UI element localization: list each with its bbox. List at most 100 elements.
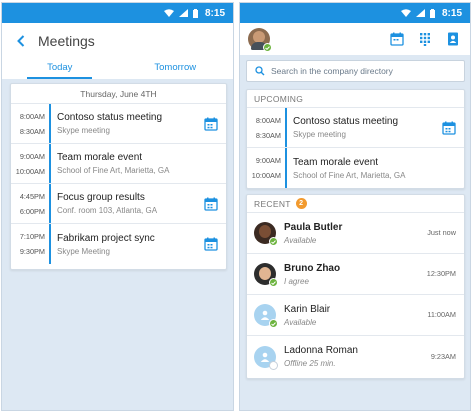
calendar-join-icon[interactable] [204,117,218,131]
meeting-title: Contoso status meeting [293,116,399,127]
calendar-icon[interactable] [390,32,404,46]
contact-name: Paula Butler [284,221,343,233]
meeting-title: Focus group results [57,192,145,203]
meeting-title: Fabrikam project sync [57,232,155,244]
wifi-icon [163,9,174,17]
meeting-end-time: 10:00AM [15,166,45,176]
home-toolbar [240,23,470,55]
presence-available-icon [269,237,278,246]
meeting-item[interactable]: 4:45PM 6:00PM Focus group results Conf. … [11,184,226,224]
meeting-item[interactable]: 9:00AM 10:00AM Team morale event School … [11,144,226,184]
person-icon [260,310,270,320]
contact-name: Karin Blair [284,303,331,315]
avatar [254,304,278,328]
contact-time: 12:30PM [426,269,456,278]
meeting-end-time: 9:30PM [19,247,45,256]
contact-status: I agree [284,276,309,286]
contact-time: 9:23AM [430,351,456,361]
contact-name: Ladonna Roman [284,345,358,356]
meeting-location: Conf. room 103, Atlanta, GA [57,206,158,215]
tab-today[interactable]: Today [2,59,118,79]
meeting-start-time: 9:00AM [19,151,45,161]
contact-status: Available [284,317,317,327]
calendar-join-icon[interactable] [204,237,218,251]
meeting-end-time: 8:30AM [19,126,45,136]
presence-offline-icon [269,360,278,370]
battery-icon [429,8,435,18]
person-icon [260,352,270,362]
contact-item[interactable]: Karin Blair Available 11:00AM [247,295,464,336]
meeting-start-time: 4:45PM [19,191,45,201]
meeting-title: Team morale event [293,156,379,168]
meeting-accent-bar [49,104,51,143]
search-input[interactable] [271,66,451,76]
contact-time: Just now [427,228,456,237]
meeting-item[interactable]: 9:00AM 10:00AM Team morale event School … [247,148,464,188]
meetings-screen: 8:15 Meetings Today Tomorrow Thursday, J… [1,2,234,411]
contact-name: Bruno Zhao [284,262,341,274]
meeting-accent-bar [49,144,51,183]
contact-item[interactable]: Paula Butler Available Just now [247,213,464,254]
meeting-accent-bar [49,184,51,223]
meeting-location: School of Fine Art, Marietta, GA [293,170,406,180]
calendar-join-icon[interactable] [442,121,456,135]
meetings-list: Thursday, June 4TH 8:00AM 8:30AM Contoso… [10,83,227,270]
presence-available-icon [263,43,272,52]
battery-icon [192,8,198,18]
page-title: Meetings [38,33,95,49]
meeting-item[interactable]: 8:00AM 8:30AM Contoso status meeting Sky… [247,108,464,148]
meeting-start-time: 8:00AM [19,111,45,121]
meeting-end-time: 10:00AM [251,171,281,180]
contact-item[interactable]: Ladonna Roman Offline 25 min. 9:23AM [247,336,464,377]
home-screen: 8:15 UPCOMING 8:00AM 8:30AM Contoso s [239,2,471,411]
status-time: 8:15 [441,7,462,19]
recent-count-badge: 2 [295,198,307,209]
app-bar: Meetings [2,23,233,59]
meeting-location: Skype meeting [293,130,346,139]
meeting-location: Skype meeting [57,126,110,135]
calendar-join-icon[interactable] [204,197,218,211]
upcoming-section: UPCOMING 8:00AM 8:30AM Contoso status me… [246,89,465,189]
meeting-end-time: 8:30AM [255,130,281,140]
my-avatar[interactable] [248,28,272,52]
contact-status: Available [284,235,317,245]
meeting-item[interactable]: 7:10PM 9:30PM Fabrikam project sync Skyp… [11,224,226,264]
wifi-icon [400,9,411,17]
status-bar: 8:15 [240,3,470,23]
contacts-icon[interactable] [446,32,460,46]
status-bar: 8:15 [2,3,233,23]
upcoming-label: UPCOMING [247,90,464,108]
meeting-accent-bar [285,108,287,147]
search-icon [255,66,265,76]
meeting-start-time: 8:00AM [255,115,281,125]
presence-available-icon [269,319,278,328]
meeting-accent-bar [285,148,287,188]
meeting-location: Skype Meeting [57,246,110,256]
meeting-item[interactable]: 8:00AM 8:30AM Contoso status meeting Sky… [11,104,226,144]
meeting-start-time: 9:00AM [255,156,281,165]
avatar [254,263,278,287]
status-time: 8:15 [204,7,225,19]
recent-section: RECENT 2 Paula Butler Available Just now [246,194,465,379]
meeting-title: Team morale event [57,152,143,163]
tab-tomorrow[interactable]: Tomorrow [118,59,234,79]
recent-label: RECENT [254,198,291,209]
dialpad-icon[interactable] [418,32,432,46]
avatar [254,222,278,246]
avatar [254,345,278,370]
presence-available-icon [269,278,278,287]
meeting-location: School of Fine Art, Marietta, GA [57,166,170,175]
contact-status: Offline 25 min. [284,359,336,368]
meeting-title: Contoso status meeting [57,112,163,123]
contact-item[interactable]: Bruno Zhao I agree 12:30PM [247,254,464,295]
back-arrow-icon[interactable] [10,30,32,52]
contact-time: 11:00AM [427,310,456,319]
directory-search[interactable] [246,60,465,82]
day-tabs: Today Tomorrow [2,59,233,79]
signal-icon [415,9,425,17]
date-header: Thursday, June 4TH [11,84,226,104]
signal-icon [178,9,188,17]
meeting-start-time: 7:10PM [19,232,45,241]
meeting-accent-bar [49,224,51,264]
meeting-end-time: 6:00PM [19,206,45,216]
